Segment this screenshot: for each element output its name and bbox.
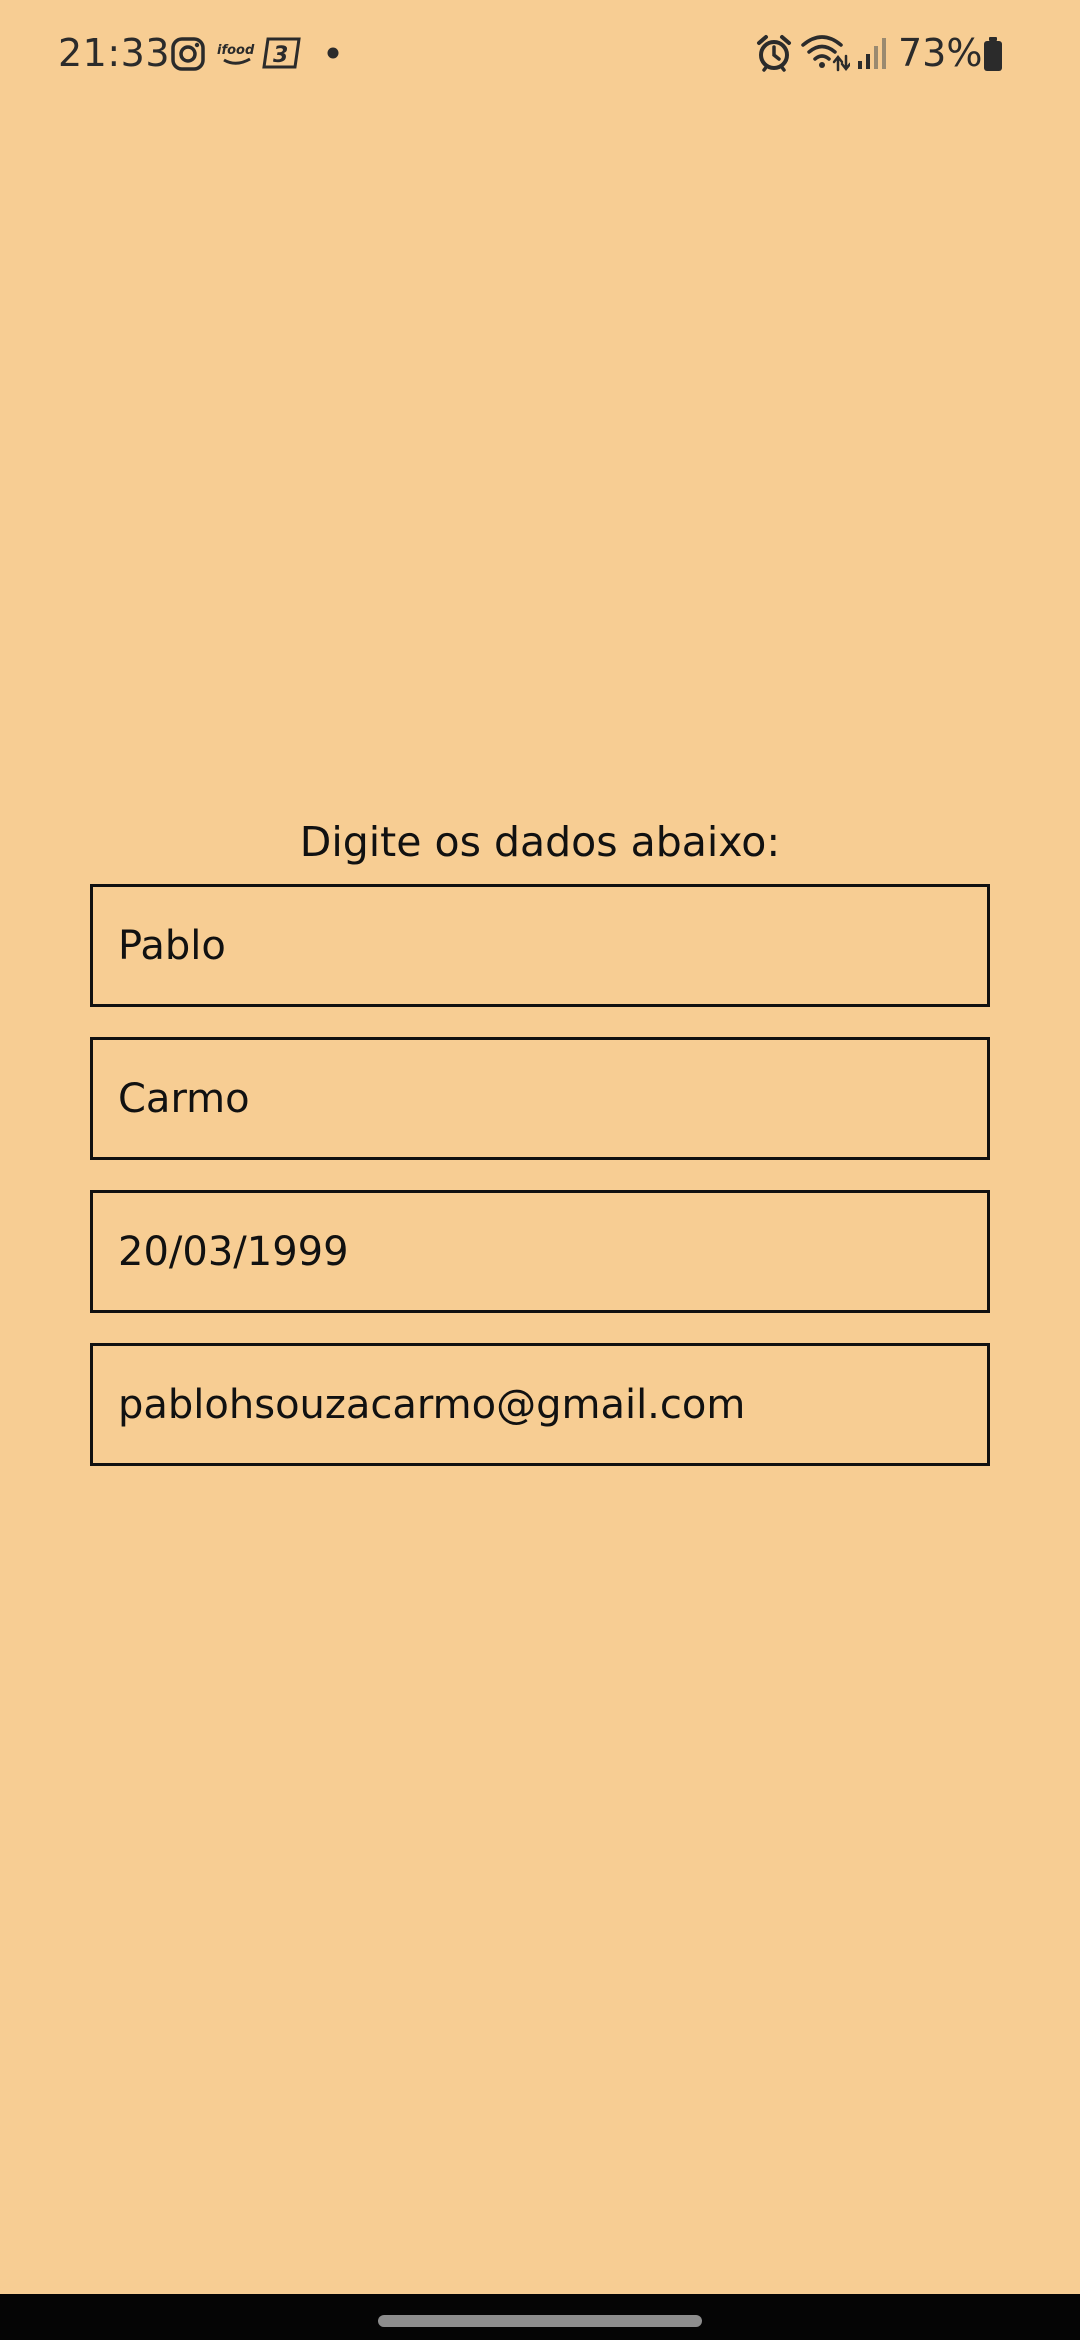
dot-icon <box>327 47 339 59</box>
first-name-field[interactable] <box>90 884 990 1007</box>
instagram-icon <box>171 37 205 71</box>
battery-percent: 73% <box>898 31 983 75</box>
wifi-icon <box>801 35 850 72</box>
signal-icon <box>858 38 886 69</box>
last-name-field[interactable] <box>90 1037 990 1160</box>
alarm-icon <box>757 35 791 72</box>
home-gesture-handle[interactable] <box>378 2315 702 2327</box>
ifood-icon-label: ifood <box>217 43 255 58</box>
status-bar: 21:33 ifood 3 73% <box>0 0 1080 106</box>
birth-date-field[interactable] <box>90 1190 990 1313</box>
email-field[interactable] <box>90 1343 990 1466</box>
navigation-bar <box>0 2294 1080 2340</box>
ifood-icon: ifood <box>217 43 255 65</box>
app-3-icon: 3 <box>262 37 301 69</box>
app-3-icon-label: 3 <box>273 43 288 68</box>
battery-icon <box>984 37 1002 71</box>
status-time: 21:33 <box>58 31 171 75</box>
form-title: Digite os dados abaixo: <box>299 818 781 866</box>
